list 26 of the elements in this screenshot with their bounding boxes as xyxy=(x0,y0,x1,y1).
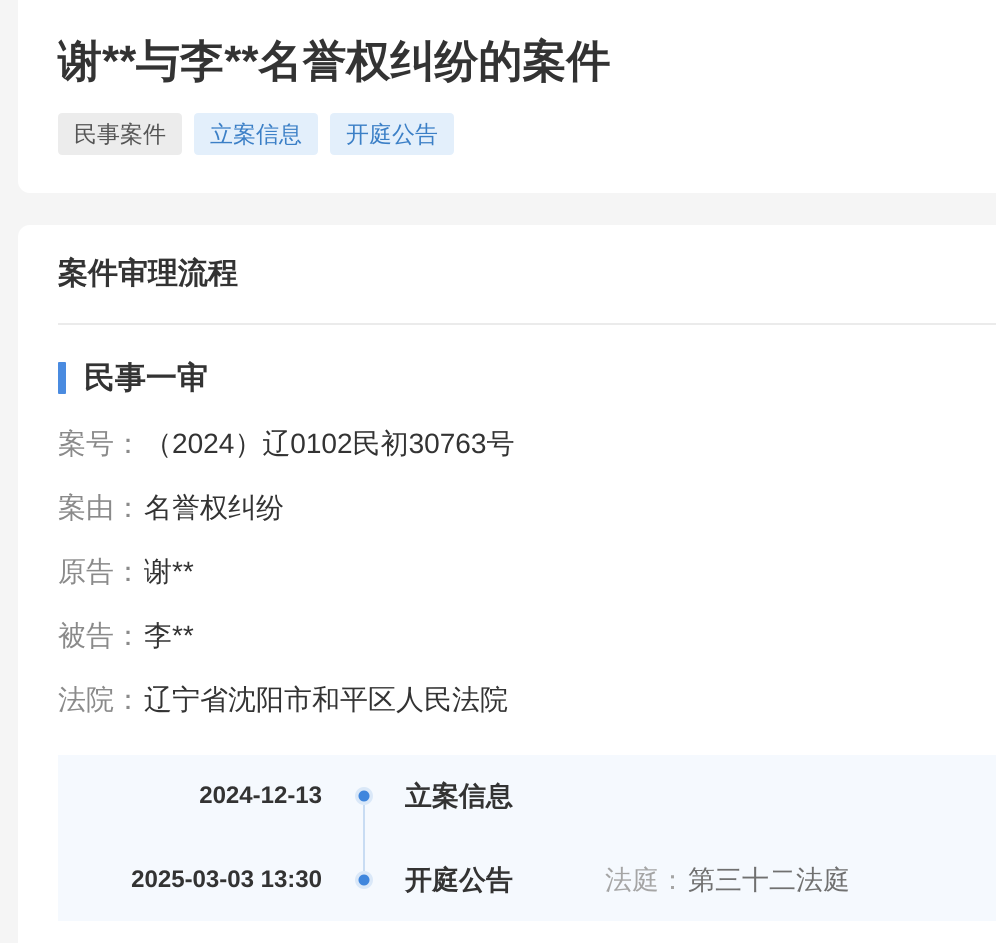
event-date: 2024-12-13 xyxy=(199,781,322,811)
detail-label: 法庭： xyxy=(605,865,686,895)
field-value: （2024）辽0102民初30763号 xyxy=(144,427,514,461)
field-label: 案号： xyxy=(58,427,142,461)
field-value: 名誉权纠纷 xyxy=(144,491,284,525)
field-label: 法院： xyxy=(58,683,142,717)
field-label: 案由： xyxy=(58,491,142,525)
case-tag: 民事案件 xyxy=(58,113,182,155)
field-value: 谢** xyxy=(144,555,194,589)
timeline-connector xyxy=(362,805,364,871)
timeline-dot-icon xyxy=(354,871,372,889)
field-label: 原告： xyxy=(58,555,142,589)
event-title: 开庭公告 xyxy=(405,865,514,895)
case-title: 谢**与李**名誉权纠纷的案件 xyxy=(58,36,612,88)
section-marker-icon xyxy=(58,362,66,394)
case-tag[interactable]: 开庭公告 xyxy=(330,113,454,155)
case-tag[interactable]: 立案信息 xyxy=(194,113,318,155)
stage-title: 民事一审 xyxy=(84,361,208,395)
event-date: 2025-03-03 13:30 xyxy=(131,865,322,895)
section-heading: 案件审理流程 xyxy=(58,257,239,291)
field-value: 李** xyxy=(144,619,194,653)
field-label: 被告： xyxy=(58,619,142,653)
field-value: 辽宁省沈阳市和平区人民法院 xyxy=(144,683,508,717)
event-title: 立案信息 xyxy=(405,781,514,811)
detail-value: 第三十二法庭 xyxy=(688,865,850,895)
timeline-dot-icon xyxy=(354,787,372,805)
